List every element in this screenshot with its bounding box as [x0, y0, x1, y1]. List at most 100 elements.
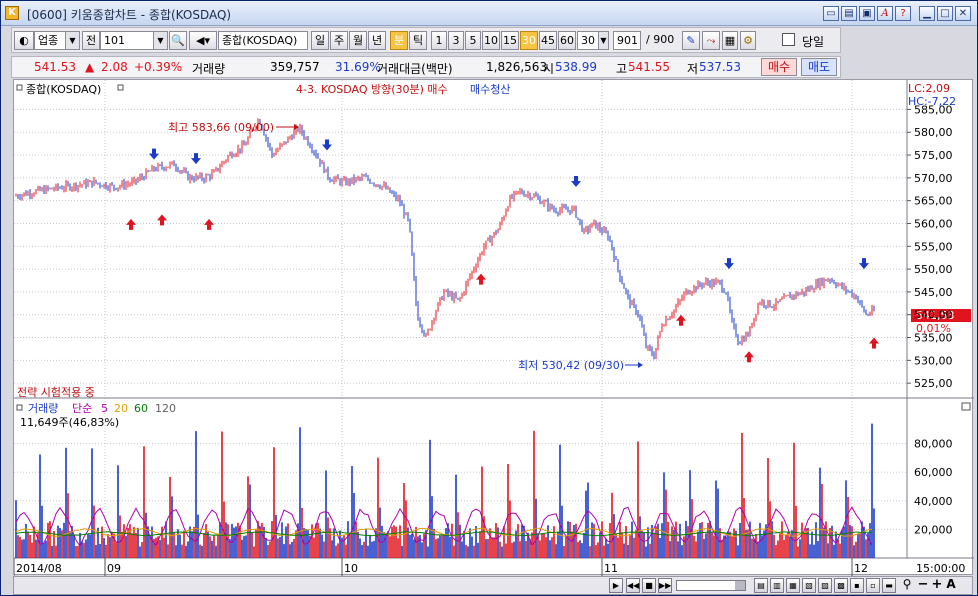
price-tick-label: 555,00	[914, 240, 953, 253]
buy-arrow-icon	[126, 218, 136, 230]
legend-box-icon	[16, 84, 23, 91]
buy-arrow-icon	[869, 337, 879, 349]
buy-arrow-icon	[676, 314, 686, 326]
layout-6-icon[interactable]: ▩	[834, 578, 848, 593]
lock-icon[interactable]: ▣	[859, 6, 875, 21]
interval-1[interactable]: 1	[431, 31, 447, 50]
interval-30[interactable]: 30	[520, 31, 538, 50]
chevron-down-icon: ▼	[153, 32, 167, 49]
layout-1-icon[interactable]: ▤	[754, 578, 768, 593]
search-icon[interactable]: 🔍	[169, 31, 187, 50]
interval-10[interactable]: 10	[482, 31, 500, 50]
strategy-note: 전략 시험적용 중	[17, 386, 95, 399]
price-tick-label: 530,00	[914, 354, 953, 367]
gear-icon[interactable]: ⚙	[740, 31, 756, 50]
layout-8-icon[interactable]: ▫	[866, 578, 880, 593]
low-annotation: 최저 530,42 (09/30)	[518, 359, 624, 372]
chart-area[interactable]: 종합(KOSDAQ) 4-3. KOSDAQ 방향(30분) 매수 매수청산 L…	[13, 79, 974, 576]
magnifier-icon[interactable]: ⚲	[900, 578, 914, 593]
price-tick-label: 565,00	[914, 195, 953, 208]
volume-legend-label[interactable]: 거래량	[28, 402, 58, 415]
period-minute[interactable]: 분	[390, 31, 408, 50]
sell-arrow-icon	[724, 258, 734, 270]
volume-value: 359,757	[270, 60, 320, 74]
period-tick[interactable]: 틱	[409, 31, 427, 50]
interval-45[interactable]: 45	[539, 31, 557, 50]
count-input[interactable]: 901	[613, 31, 641, 50]
speaker-icon[interactable]: ◀▾	[189, 31, 217, 50]
layout-3-icon[interactable]: ▦	[786, 578, 800, 593]
today-checkbox[interactable]	[782, 33, 795, 46]
layout-4-icon[interactable]: ▧	[802, 578, 816, 593]
low-label: 저	[687, 62, 699, 76]
low-value: 537.53	[699, 60, 741, 74]
save-icon[interactable]: ▦	[722, 31, 738, 50]
interval-3[interactable]: 3	[448, 31, 464, 50]
sell-arrow-icon	[149, 148, 159, 160]
maximize-icon[interactable]: □	[937, 6, 953, 21]
time-axis: 2014/08 09 10 11 12	[13, 558, 868, 576]
name-field: 종합(KOSDAQ)	[218, 31, 308, 50]
interval-60[interactable]: 60	[558, 31, 576, 50]
zoom-slider[interactable]	[676, 580, 746, 591]
interval-15[interactable]: 15	[501, 31, 519, 50]
chart-scroll-bar: ▶ ◀◀ ■ ▶▶ ▤ ▥ ▦ ▧ ▨ ▩ ▪ ▫ ▬ ⚲ − + A	[13, 576, 973, 595]
layout-7-icon[interactable]: ▪	[850, 578, 864, 593]
period-week[interactable]: 주	[330, 31, 348, 50]
volume-ma-20: 20	[114, 402, 128, 415]
close-icon[interactable]: ✕	[955, 6, 971, 21]
change-pct: +0.39%	[134, 60, 183, 74]
strategy-label[interactable]: 4-3. KOSDAQ 방향(30분) 매수	[296, 83, 448, 96]
buy-button[interactable]: 매수	[761, 58, 797, 76]
fast-forward-icon[interactable]: ▶▶	[658, 578, 672, 593]
sell-arrow-icon	[191, 153, 201, 165]
period-year[interactable]: 년	[368, 31, 386, 50]
chart-window: K [0600] 키움종합차트 - 종합(KOSDAQ) ▭ ▤ ▣ A ? ▁…	[0, 0, 978, 596]
market-select[interactable]: 업종 ▼	[34, 31, 80, 50]
prev-button[interactable]: 전	[82, 31, 100, 50]
zoom-slider-handle[interactable]	[735, 581, 745, 590]
panel-close-icon[interactable]	[961, 402, 971, 411]
title-bar: K [0600] 키움종합차트 - 종합(KOSDAQ) ▭ ▤ ▣ A ? ▁…	[1, 1, 977, 26]
sell-button[interactable]: 매도	[801, 58, 837, 76]
period-day[interactable]: 일	[311, 31, 329, 50]
change-value: 2.08	[101, 60, 128, 74]
font-size-icon[interactable]: A	[877, 6, 893, 21]
strategy-exit-label: 매수청산	[470, 83, 510, 96]
scroll-right-icon[interactable]: ▶	[609, 578, 623, 593]
count-max: / 900	[646, 33, 675, 46]
price-tick-label: 540,00	[914, 309, 953, 322]
price-volume-chart[interactable]: 종합(KOSDAQ) 4-3. KOSDAQ 방향(30분) 매수 매수청산 L…	[13, 80, 974, 576]
interval-input-value: 30	[581, 34, 595, 47]
period-month[interactable]: 월	[349, 31, 367, 50]
volume-tick-label: 80,000	[914, 438, 953, 451]
interval-5[interactable]: 5	[465, 31, 481, 50]
volume-bars	[15, 423, 875, 558]
volume-current-value: 11,649주(46,83%)	[20, 416, 119, 429]
buy-arrow-icon	[204, 218, 214, 230]
auto-scale-icon[interactable]: A	[944, 578, 958, 593]
high-annotation: 최고 583,66 (09/00)	[168, 121, 274, 134]
layout-icon[interactable]: ▭	[823, 6, 839, 21]
help-icon[interactable]: ?	[895, 6, 911, 21]
price-tick-label: 575,00	[914, 149, 953, 162]
window-list-icon[interactable]: ▤	[841, 6, 857, 21]
zoom-out-icon[interactable]: −	[916, 578, 930, 593]
time-tick-label: 09	[107, 562, 121, 575]
minimize-icon[interactable]: ▁	[919, 6, 935, 21]
layout-2-icon[interactable]: ▥	[770, 578, 784, 593]
layout-9-icon[interactable]: ▬	[882, 578, 896, 593]
sell-arrow-icon	[322, 139, 332, 151]
zoom-tool-icon[interactable]: ✎	[682, 31, 700, 50]
zoom-in-icon[interactable]: +	[930, 578, 944, 593]
rewind-icon[interactable]: ◀◀	[626, 578, 640, 593]
series-label[interactable]: 종합(KOSDAQ)	[26, 83, 101, 96]
price-tick-label: 535,00	[914, 332, 953, 345]
chart-settings-icon[interactable]: ◐	[14, 31, 34, 50]
indicator-icon[interactable]: ⤳	[702, 31, 720, 50]
interval-input[interactable]: 30 ▼	[577, 31, 609, 50]
code-input[interactable]: 101 ▼	[100, 31, 168, 50]
open-label: 시	[543, 62, 555, 76]
stop-icon[interactable]: ■	[642, 578, 656, 593]
layout-5-icon[interactable]: ▨	[818, 578, 832, 593]
